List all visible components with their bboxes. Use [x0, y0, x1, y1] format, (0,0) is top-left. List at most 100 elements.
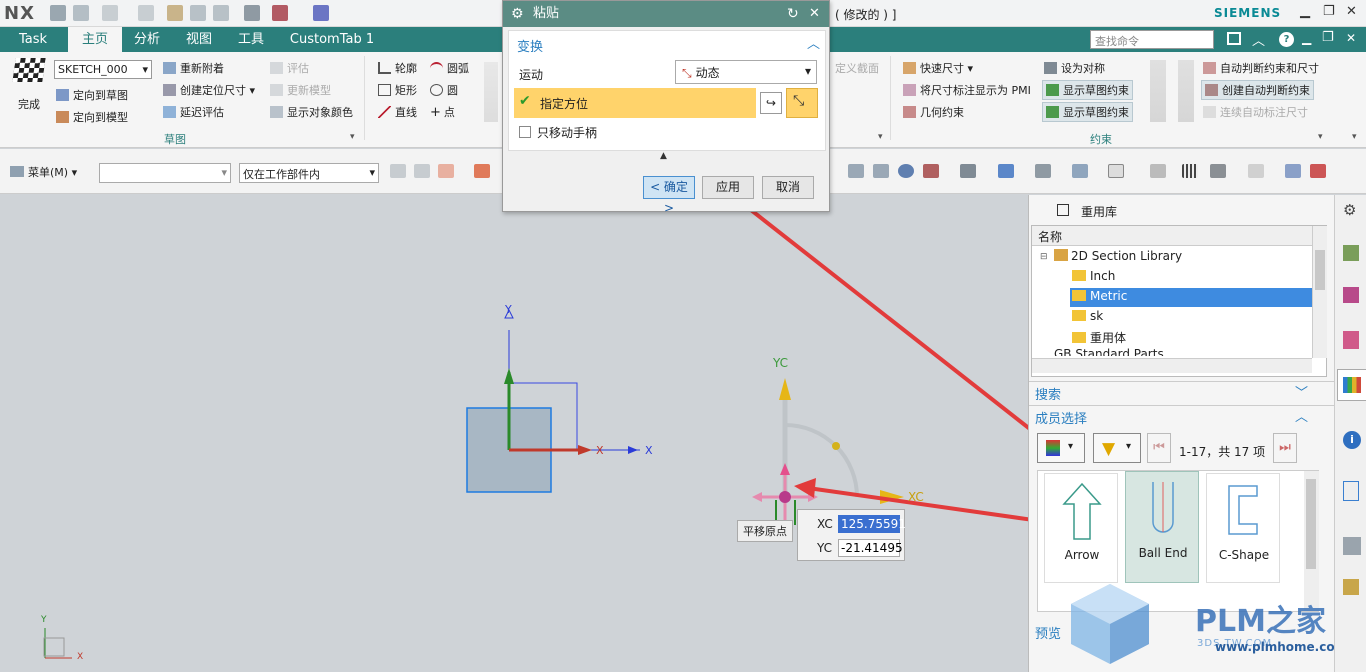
- reuse-library-tab[interactable]: [1337, 369, 1366, 401]
- motion-select[interactable]: ⤡ 动态 ▾: [675, 60, 817, 84]
- ok-button[interactable]: < 确定 >: [643, 176, 695, 215]
- copy-icon[interactable]: [190, 5, 206, 21]
- point-button[interactable]: + 点: [430, 104, 455, 120]
- restore-icon[interactable]: ❐: [1323, 4, 1335, 19]
- save-all-icon[interactable]: [73, 5, 89, 21]
- process-icon[interactable]: [1343, 537, 1361, 555]
- auto-constraint-dim-button[interactable]: 自动判断约束和尺寸: [1203, 60, 1319, 76]
- customize-icon[interactable]: [313, 5, 329, 21]
- member-ball-end[interactable]: Ball End: [1125, 471, 1199, 583]
- rotation-ball-handle[interactable]: [832, 442, 840, 450]
- view-mode-button[interactable]: ▾: [1037, 433, 1085, 463]
- tree-item-inch[interactable]: Inch: [1072, 269, 1115, 283]
- reattach-button[interactable]: 重新附着: [163, 60, 224, 76]
- group-expand-icon[interactable]: ▾: [350, 132, 355, 142]
- tab-analysis[interactable]: 分析: [122, 27, 172, 52]
- wcs-icon[interactable]: [1285, 164, 1301, 178]
- tab-customtab[interactable]: CustomTab 1: [280, 27, 384, 52]
- rotate-icon[interactable]: [898, 164, 914, 178]
- navigator-icon[interactable]: [1343, 245, 1359, 261]
- web-browser-icon[interactable]: [1343, 481, 1359, 501]
- assembly-nav-icon[interactable]: [1343, 287, 1359, 303]
- arc-button[interactable]: 圆弧: [430, 60, 469, 76]
- select-tool-icon-2[interactable]: [414, 164, 430, 178]
- redo-icon[interactable]: [138, 5, 154, 21]
- help-icon[interactable]: ?: [1279, 32, 1294, 47]
- tab-view[interactable]: 视图: [174, 27, 224, 52]
- show-sketch-constraints-toggle[interactable]: 显示草图约束: [1042, 80, 1133, 100]
- sketch-name-select[interactable]: SKETCH_000 ▾: [54, 60, 152, 79]
- show-object-color-button[interactable]: 显示对象颜色: [270, 104, 353, 120]
- chevron-up-icon[interactable]: ︿: [1252, 30, 1265, 49]
- search-icon[interactable]: ⌕: [1198, 31, 1205, 46]
- restore-doc-icon[interactable]: ❐: [1322, 30, 1334, 45]
- info-icon[interactable]: i: [1343, 431, 1361, 449]
- csys-inferred-button[interactable]: ⤡: [786, 88, 818, 118]
- undo-icon[interactable]: [102, 5, 118, 21]
- create-positioning-dim-button[interactable]: 创建定位尺寸 ▾: [163, 82, 255, 98]
- transform-section-header[interactable]: 变换: [517, 36, 543, 55]
- move-handle-only-checkbox[interactable]: [519, 126, 531, 138]
- tree-item-reuse-body[interactable]: 重用体: [1072, 329, 1126, 346]
- cancel-button[interactable]: 取消: [762, 176, 814, 199]
- paste-icon[interactable]: [213, 5, 229, 21]
- tab-task[interactable]: Task: [0, 27, 66, 52]
- tool-icon[interactable]: [1248, 164, 1264, 178]
- constraint-tool-icons[interactable]: [1150, 60, 1166, 122]
- view-fit-icon[interactable]: [848, 164, 864, 178]
- yc-input[interactable]: -21.41495: [838, 539, 903, 557]
- member-select-section-header[interactable]: 成员选择 ︿: [1029, 405, 1335, 427]
- collapse-icon[interactable]: ⊟: [1040, 252, 1048, 262]
- measure-icon[interactable]: [1310, 164, 1326, 178]
- preview-section-header[interactable]: 预览: [1035, 623, 1061, 642]
- tree-item-gb[interactable]: GB Standard Parts: [1054, 347, 1164, 356]
- update-model-button[interactable]: 更新模型: [270, 82, 331, 98]
- face-icon[interactable]: [1210, 164, 1226, 178]
- zoom-icon[interactable]: [873, 164, 889, 178]
- cube-icon[interactable]: [998, 164, 1014, 178]
- evaluate-button[interactable]: 评估: [270, 60, 309, 76]
- graphics-window[interactable]: Y X X YC XC 平移原点 XC 125.75591 YC -21.414…: [0, 195, 1028, 672]
- tab-home[interactable]: 主页: [68, 27, 122, 52]
- layer-icon[interactable]: [1072, 164, 1088, 178]
- xc-input[interactable]: 125.75591: [838, 515, 906, 533]
- menu-button[interactable]: 菜单(M) ▾: [10, 164, 77, 180]
- group-expand-icon-3[interactable]: ▾: [1318, 132, 1323, 142]
- type-filter-select[interactable]: ▾: [99, 163, 231, 183]
- panel-pin-icon[interactable]: [1057, 204, 1069, 216]
- command-search-input[interactable]: 查找命令: [1090, 30, 1214, 49]
- continuous-auto-dim-button[interactable]: 连续自动标注尺寸: [1203, 104, 1308, 120]
- role-icon[interactable]: [1343, 579, 1359, 595]
- minimize-doc-icon[interactable]: ▁: [1302, 31, 1311, 45]
- apply-button[interactable]: 应用: [702, 176, 754, 199]
- background-icon[interactable]: [1108, 164, 1124, 178]
- snap-point-icon[interactable]: [438, 164, 454, 178]
- delay-eval-button[interactable]: 延迟评估: [163, 104, 224, 120]
- grid-icon[interactable]: [1150, 164, 1166, 178]
- show-sketch-constraints-toggle-2[interactable]: 显示草图约束: [1042, 102, 1133, 122]
- csys-dialog-button[interactable]: ↪: [760, 92, 782, 114]
- line-button[interactable]: 直线: [378, 104, 417, 120]
- ribbon-options-icon[interactable]: ▾: [1352, 132, 1357, 142]
- rectangle-button[interactable]: 矩形: [378, 82, 417, 98]
- grid-2-icon[interactable]: [1182, 164, 1198, 178]
- yc-axis-cone[interactable]: [779, 378, 791, 400]
- dialog-close-icon[interactable]: ✕: [809, 1, 820, 27]
- tree-scrollbar[interactable]: [1312, 226, 1327, 358]
- constraint-nav-icon[interactable]: [1343, 331, 1359, 349]
- circle-button[interactable]: 圆: [430, 82, 458, 98]
- minimize-icon[interactable]: ▁: [1300, 4, 1310, 19]
- render-style-icon[interactable]: [960, 164, 976, 178]
- constraint-tool-icons-2[interactable]: [1178, 60, 1194, 122]
- define-section-button[interactable]: 定义截面: [835, 60, 879, 76]
- finish-flag-icon[interactable]: [12, 58, 46, 82]
- screen-icon[interactable]: [1227, 32, 1241, 45]
- orient-to-model-button[interactable]: 定向到模型: [56, 109, 128, 125]
- search-section-header[interactable]: 搜索 ﹀: [1029, 381, 1335, 403]
- tree-item-2d-section[interactable]: 2D Section Library: [1054, 249, 1182, 263]
- finish-button[interactable]: 完成: [18, 96, 40, 112]
- close-doc-icon[interactable]: ✕: [1346, 31, 1356, 45]
- group-expand-icon-2[interactable]: ▾: [878, 132, 883, 142]
- close-icon[interactable]: ✕: [1346, 4, 1357, 19]
- member-arrow[interactable]: Arrow: [1044, 473, 1118, 583]
